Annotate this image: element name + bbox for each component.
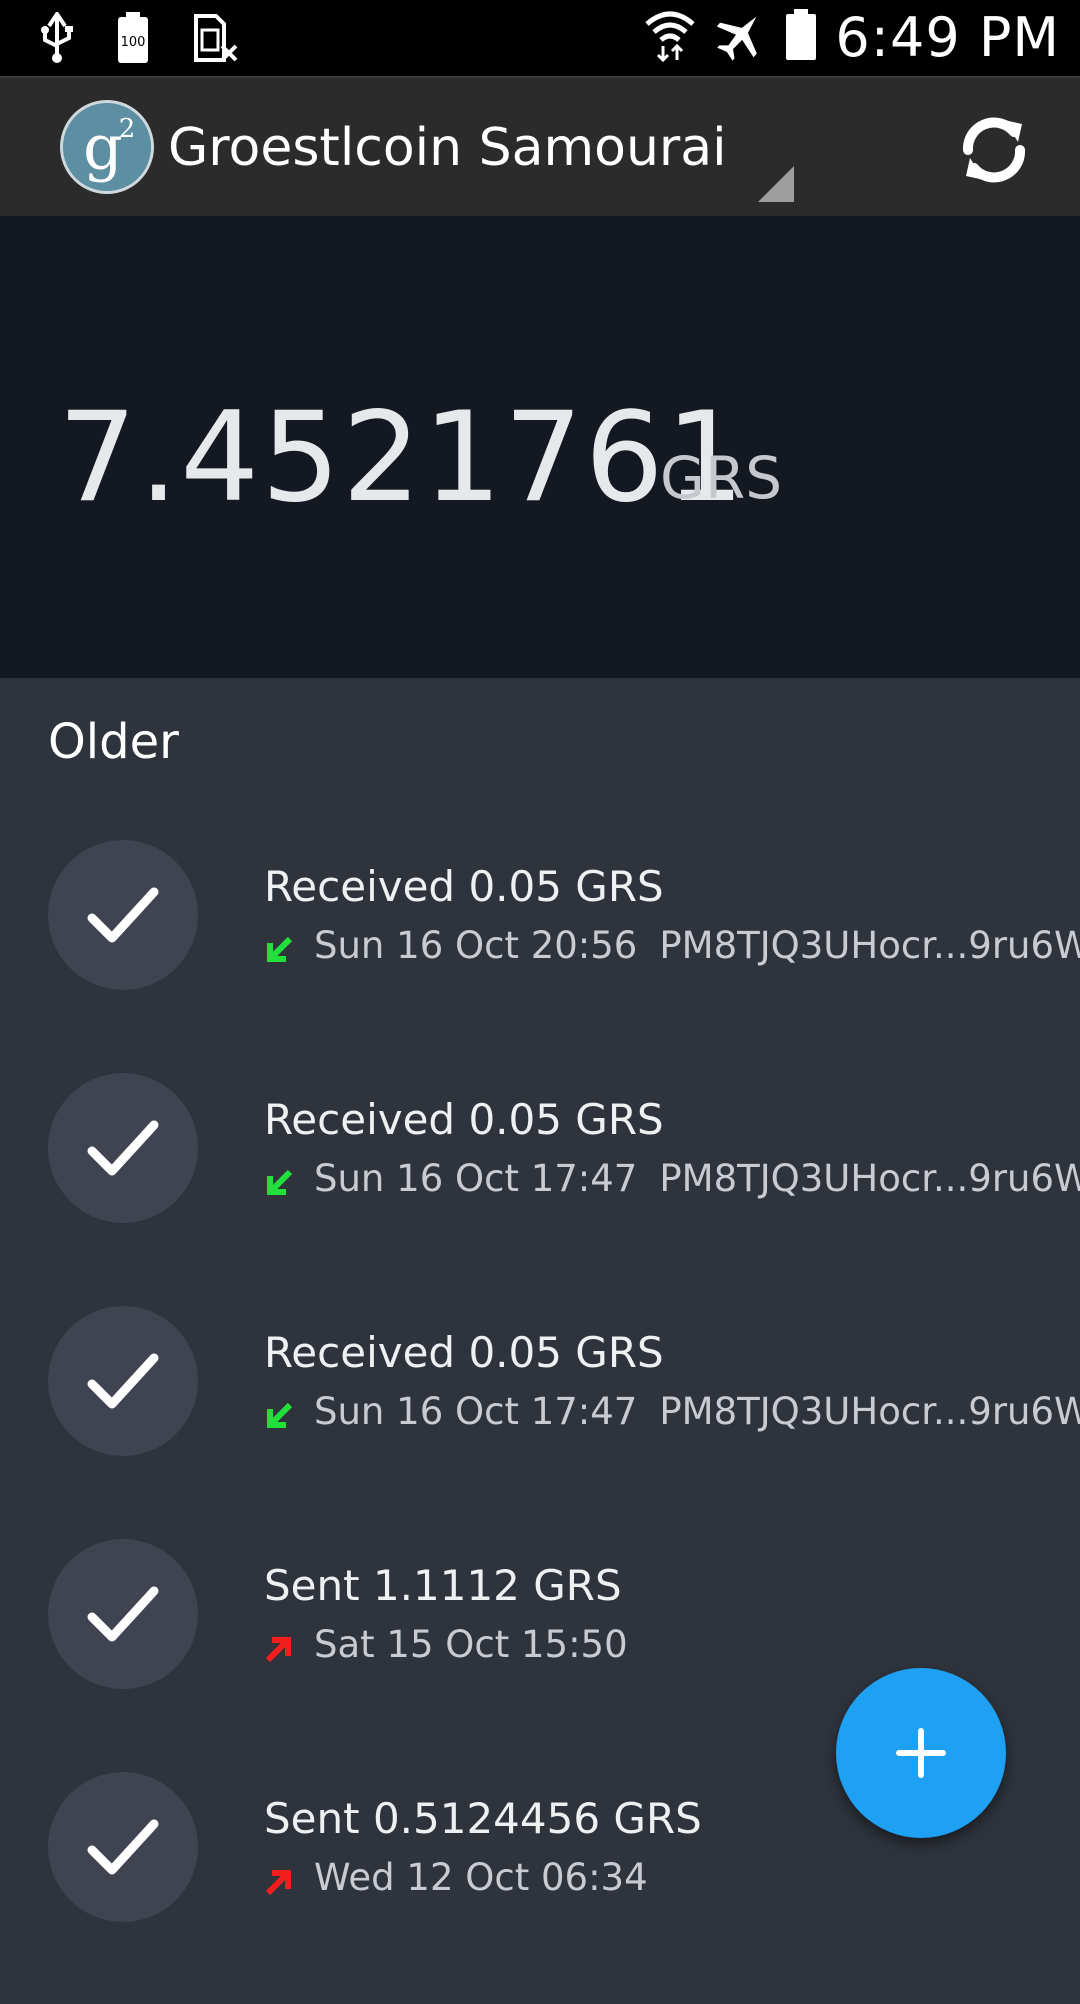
battery-100-icon: 100 [116,12,150,69]
balance-unit: GRS [660,444,783,512]
transaction-address: PM8TJQ3UHocr...9ru6W [659,924,1080,967]
transaction-date: Sat 15 Oct 15:50 [314,1623,628,1666]
groestlcoin-logo-icon: g 2 [60,100,154,194]
transaction-date: Sun 16 Oct 20:56 [314,924,638,967]
dropdown-indicator-icon [758,166,794,202]
balance-amount: 7.4521761 [58,386,747,530]
confirmed-status-icon [48,1306,198,1456]
received-arrow-icon [264,931,294,962]
no-sim-icon [192,12,240,69]
transaction-address: PM8TJQ3UHocr...9ru6W [659,1390,1080,1433]
status-time: 6:49 PM [835,6,1060,69]
transaction-row[interactable]: Received 0.05 GRS Sun 16 Oct 17:47 PM8TJQ3… [0,1306,1080,1538]
battery-icon [785,9,817,66]
transaction-date: Wed 12 Oct 06:34 [314,1856,648,1899]
transaction-title: Sent 0.5124456 GRS [264,1794,702,1843]
transaction-meta: Sun 16 Oct 20:56 PM8TJQ3UHocr...9ru6W [264,924,1080,967]
transaction-date: Sun 16 Oct 17:47 [314,1390,638,1433]
wifi-icon [643,8,697,67]
refresh-button[interactable] [954,110,1034,190]
transaction-title: Received 0.05 GRS [264,1328,664,1377]
confirmed-status-icon [48,1073,198,1223]
transaction-meta: Sat 15 Oct 15:50 [264,1623,650,1666]
section-header: Older [48,714,179,770]
received-arrow-icon [264,1164,294,1195]
transaction-title: Received 0.05 GRS [264,862,664,911]
airplane-mode-icon [715,9,767,66]
sent-arrow-icon [264,1630,294,1662]
received-arrow-icon [264,1397,294,1428]
add-fab-button[interactable] [836,1668,1006,1838]
balance-panel[interactable]: 7.4521761 GRS [0,216,1080,678]
svg-text:2: 2 [119,114,136,144]
refresh-icon [962,117,1026,183]
transaction-row[interactable]: Received 0.05 GRS Sun 16 Oct 17:47 PM8TJQ3… [0,1073,1080,1305]
sent-arrow-icon [264,1863,294,1895]
confirmed-status-icon [48,840,198,990]
usb-icon [40,10,74,69]
svg-text:100: 100 [121,35,146,50]
transaction-meta: Sun 16 Oct 17:47 PM8TJQ3UHocr...9ru6W [264,1157,1080,1200]
confirmed-status-icon [48,1539,198,1689]
transaction-meta: Sun 16 Oct 17:47 PM8TJQ3UHocr...9ru6W [264,1390,1080,1433]
svg-text:g: g [83,111,123,184]
transaction-meta: Wed 12 Oct 06:34 [264,1856,670,1899]
toolbar: g 2 Groestlcoin Samourai [0,76,1080,218]
transaction-date: Sun 16 Oct 17:47 [314,1157,638,1200]
plus-icon [896,1728,946,1778]
transaction-address: PM8TJQ3UHocr...9ru6W [659,1157,1080,1200]
confirmed-status-icon [48,1772,198,1922]
status-bar: 100 6:49 PM [0,0,1080,76]
wallet-title-dropdown[interactable]: Groestlcoin Samourai [168,118,727,178]
transaction-title: Sent 1.1112 GRS [264,1561,622,1610]
transaction-title: Received 0.05 GRS [264,1095,664,1144]
transaction-row[interactable]: Received 0.05 GRS Sun 16 Oct 20:56 PM8TJQ3… [0,840,1080,1072]
